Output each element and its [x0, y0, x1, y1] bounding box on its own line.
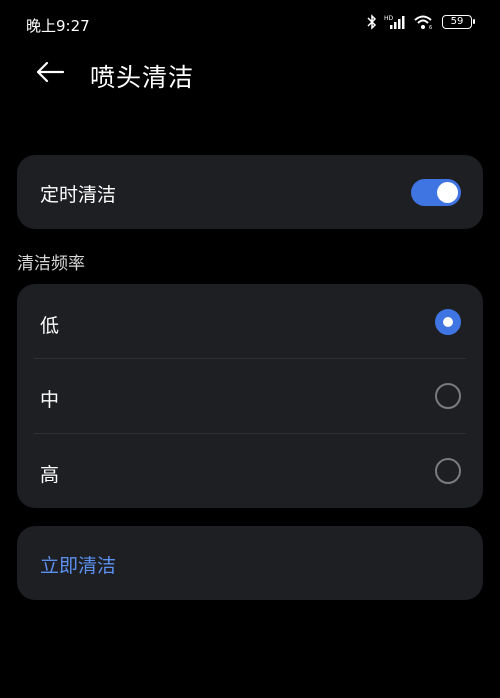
status-bar: 晚上9:27 HD 6 59	[0, 0, 500, 50]
radio-high[interactable]	[435, 458, 461, 484]
timer-clean-label: 定时清洁	[40, 184, 117, 206]
frequency-option-label: 中	[40, 389, 60, 411]
clean-now-card[interactable]: 立即清洁	[17, 526, 483, 600]
frequency-option-low[interactable]: 低	[17, 286, 483, 360]
frequency-section-label: 清洁频率	[17, 254, 85, 274]
wifi-icon: 6	[413, 14, 435, 30]
bluetooth-icon	[367, 14, 377, 30]
status-time: 晚上9:27	[26, 17, 90, 35]
svg-text:HD: HD	[384, 15, 394, 22]
status-icons: HD 6 59	[367, 14, 475, 30]
header: 喷头清洁	[0, 50, 500, 98]
frequency-option-high[interactable]: 高	[17, 435, 483, 509]
timer-clean-card: 定时清洁	[17, 155, 483, 229]
timer-clean-toggle[interactable]	[411, 179, 461, 206]
back-arrow-icon	[35, 60, 65, 88]
frequency-option-label: 低	[40, 315, 60, 337]
clean-now-button[interactable]: 立即清洁	[40, 551, 116, 578]
svg-text:6: 6	[429, 25, 432, 30]
frequency-option-label: 高	[40, 464, 60, 486]
divider	[34, 433, 466, 434]
frequency-card: 低 中 高	[17, 284, 483, 508]
toggle-knob	[437, 182, 458, 203]
hd-signal-icon: HD	[384, 14, 406, 30]
page-title: 喷头清洁	[90, 63, 195, 92]
battery-icon: 59	[442, 15, 475, 29]
back-button[interactable]	[30, 54, 70, 94]
radio-low[interactable]	[435, 309, 461, 335]
timer-clean-row[interactable]: 定时清洁	[17, 155, 483, 229]
divider	[34, 358, 466, 359]
radio-medium[interactable]	[435, 383, 461, 409]
frequency-option-medium[interactable]: 中	[17, 360, 483, 434]
